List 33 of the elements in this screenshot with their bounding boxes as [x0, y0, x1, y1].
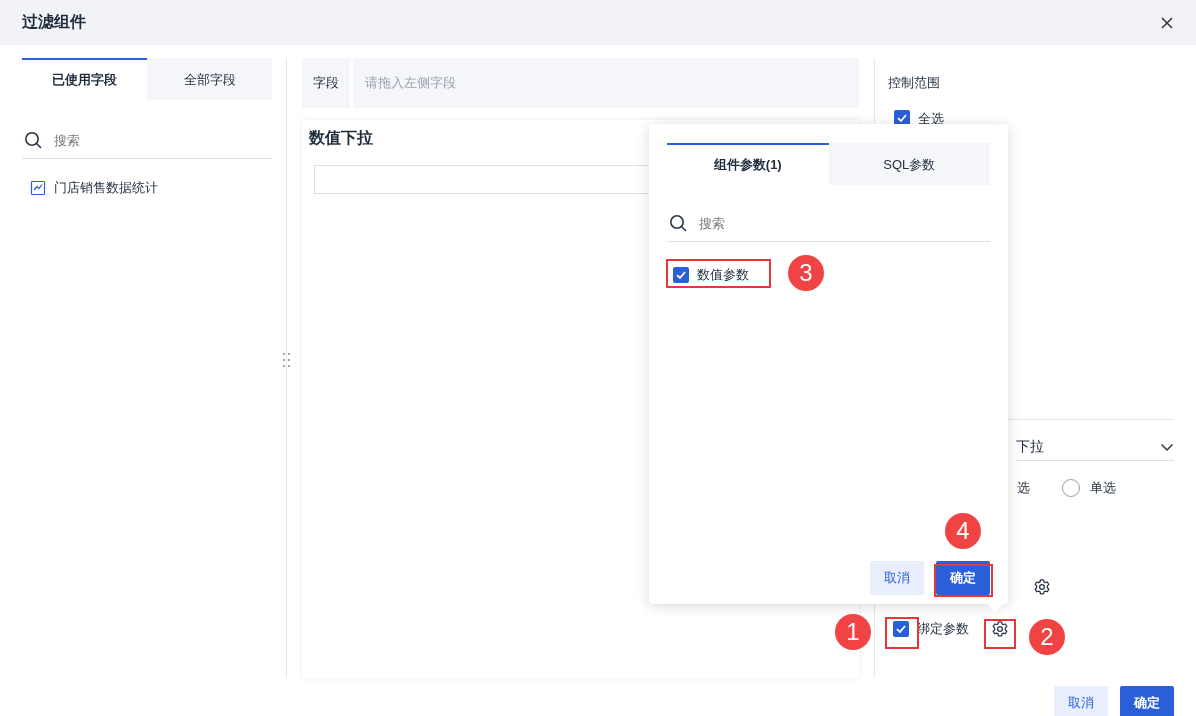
field-drop-bar[interactable]: 字段 请拖入左侧字段 — [302, 58, 859, 108]
step-marker: 1 — [835, 614, 871, 650]
radio-label: 选 — [1017, 479, 1030, 497]
tab[interactable]: SQL参数 — [828, 143, 990, 185]
cancel-button[interactable]: 取消 — [1054, 686, 1108, 716]
drag-handle-icon[interactable] — [283, 352, 290, 368]
section-title: 控制范围 — [888, 74, 941, 92]
dialog-title: 过滤组件 — [22, 12, 86, 32]
highlight-frame — [885, 617, 919, 649]
confirm-button[interactable]: 确定 — [1120, 686, 1174, 716]
gear-icon[interactable] — [1033, 578, 1051, 596]
step-marker: 2 — [1029, 619, 1065, 655]
checkbox[interactable] — [673, 267, 689, 283]
radio-label: 单选 — [1090, 479, 1116, 497]
checkbox[interactable] — [894, 110, 910, 124]
gear-icon[interactable] — [991, 620, 1009, 638]
search-field[interactable]: 搜索 — [697, 214, 990, 232]
cancel-button[interactable]: 取消 — [870, 561, 924, 595]
checkbox-label: 数值参数 — [697, 266, 749, 284]
search-icon — [669, 214, 687, 232]
search-field[interactable]: 搜索 — [52, 131, 272, 149]
dropdown[interactable]: 下拉 — [1016, 434, 1174, 461]
preview-title: 数值下拉 — [309, 128, 374, 148]
confirm-button[interactable]: 确定 — [936, 561, 990, 595]
highlight-frame — [934, 564, 993, 597]
highlight-frame — [984, 619, 1016, 649]
checkbox[interactable] — [893, 621, 909, 637]
checkbox-label: 全选 — [918, 110, 944, 124]
chart-icon — [30, 180, 46, 196]
close-icon[interactable] — [1160, 15, 1174, 30]
dataset-item[interactable]: 门店销售数据统计 — [54, 179, 158, 197]
search-icon — [24, 131, 42, 149]
tab[interactable]: 全部字段 — [147, 58, 272, 100]
